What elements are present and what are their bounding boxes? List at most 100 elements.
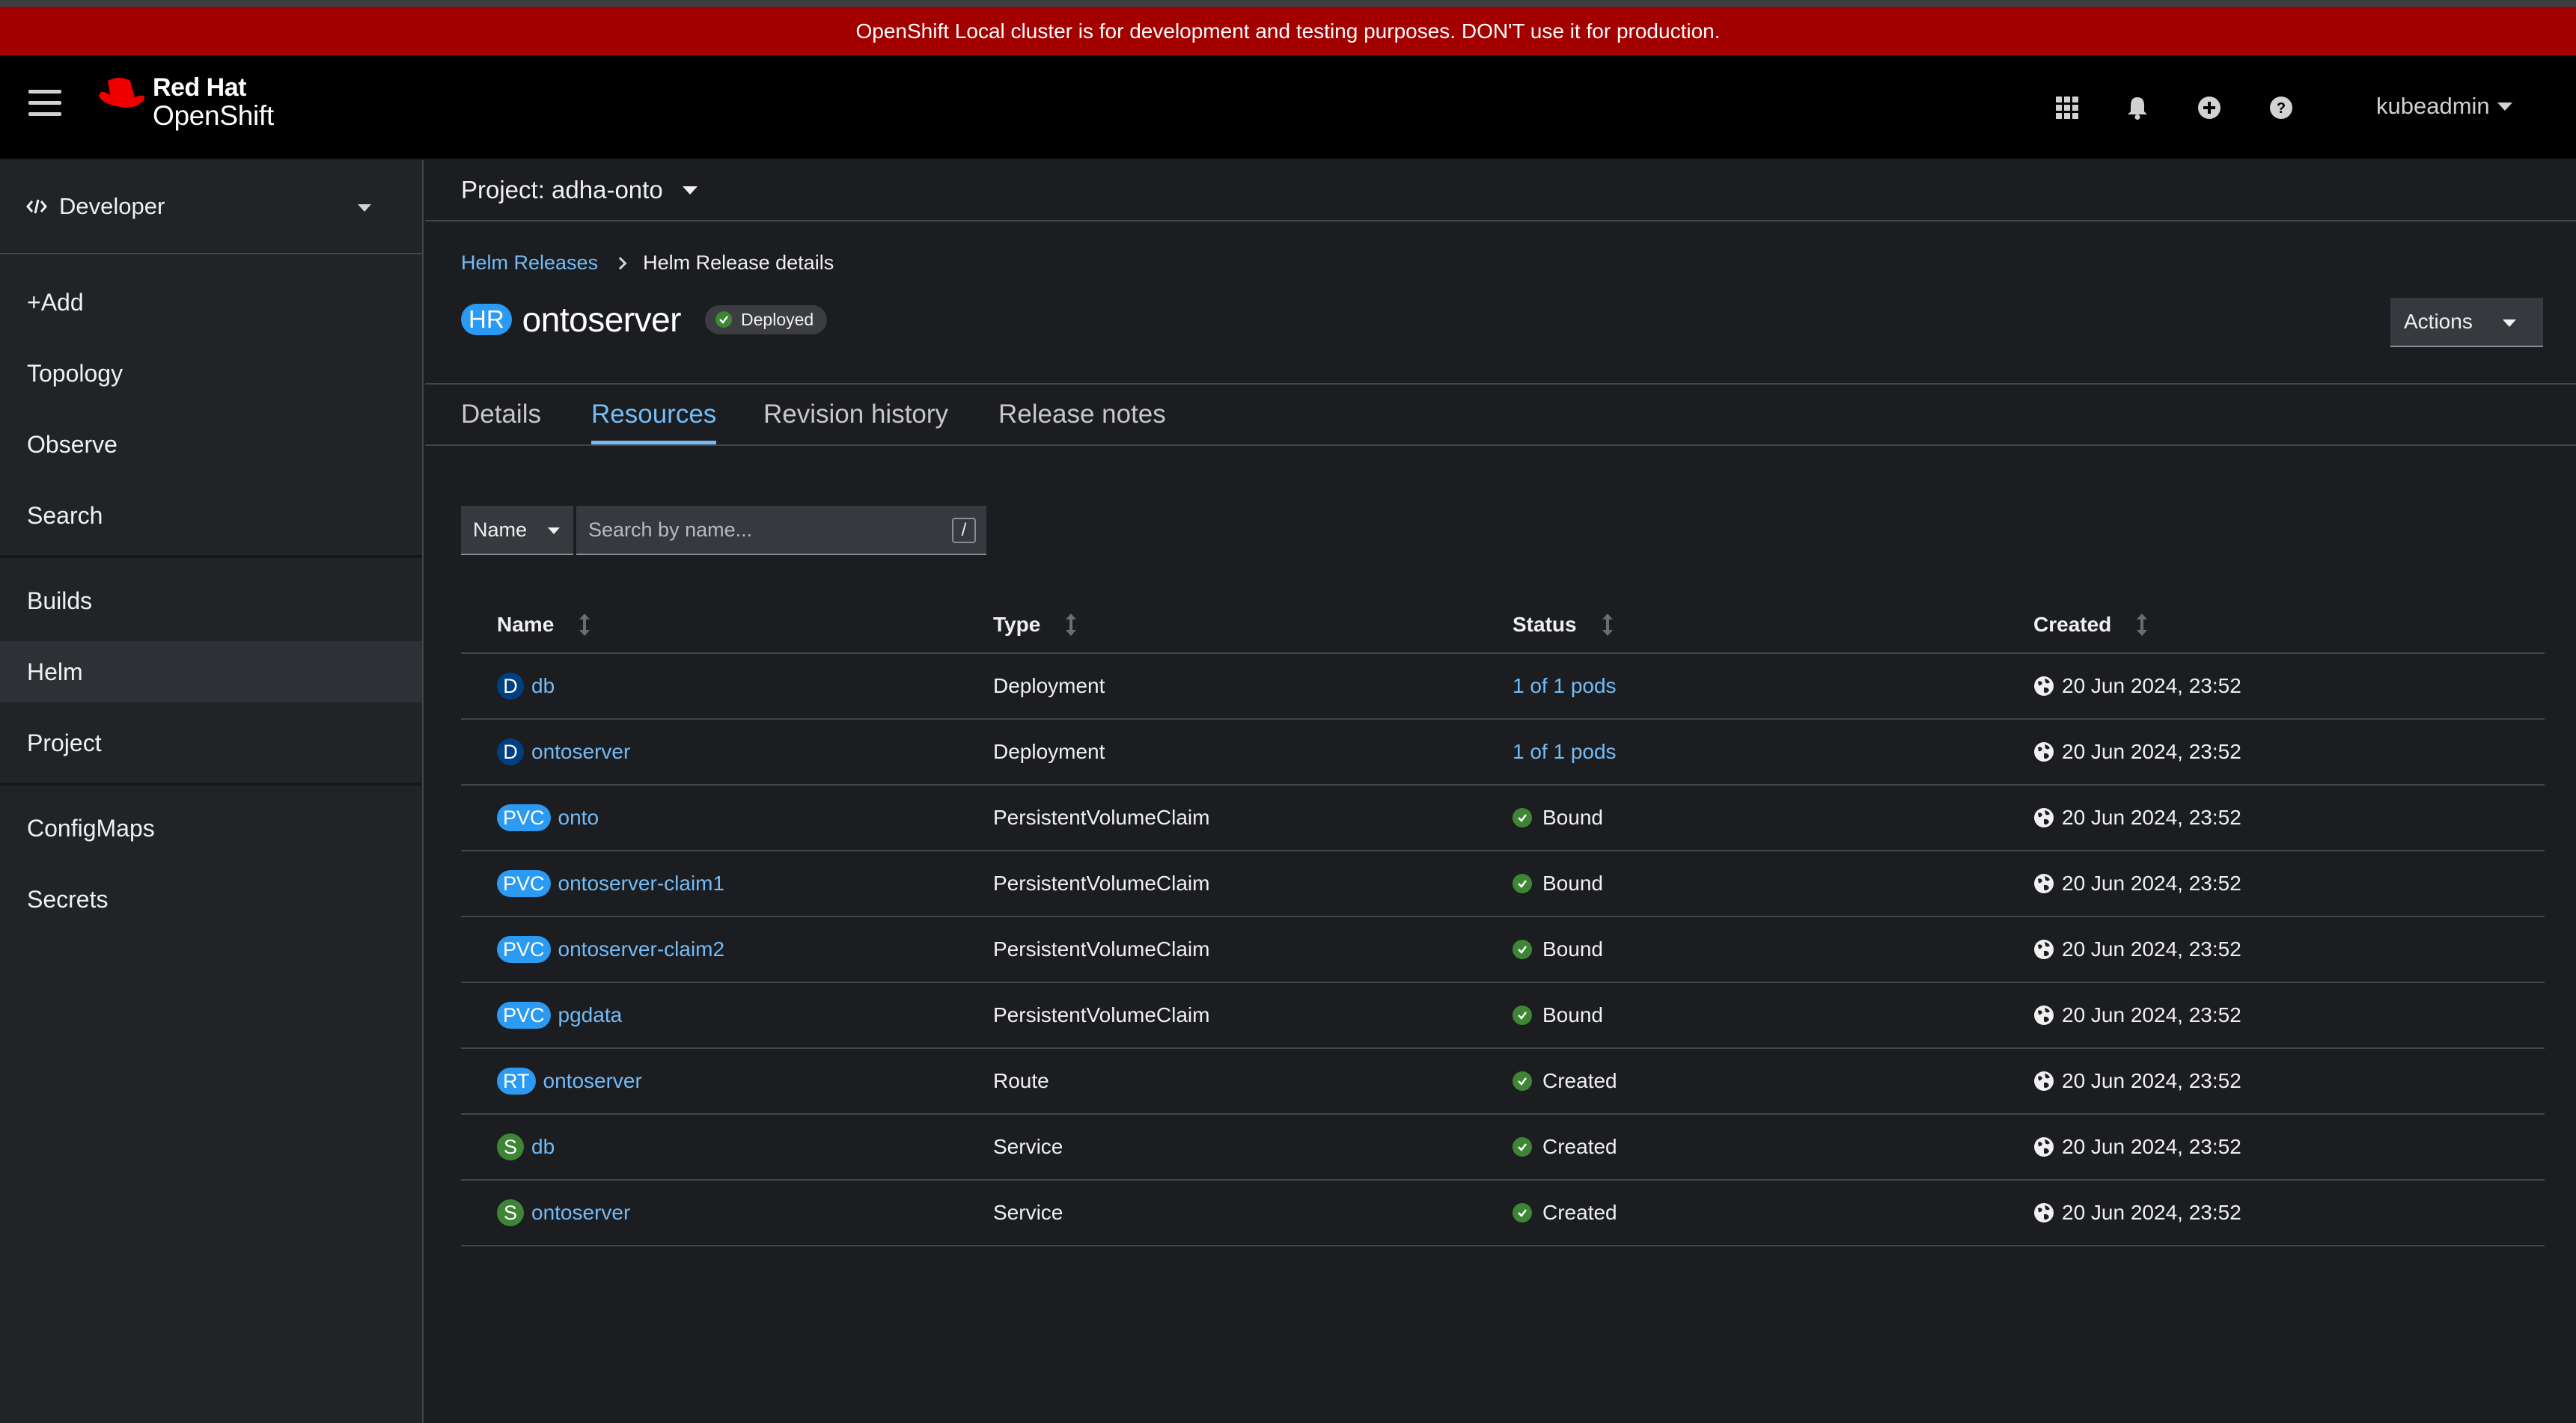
resource-name-link[interactable]: db [531, 674, 555, 698]
tab-revision-history[interactable]: Revision history [763, 385, 948, 444]
help-question-icon[interactable]: ? [2265, 91, 2298, 124]
search-input-wrapper: / [576, 506, 986, 555]
resource-name-link[interactable]: onto [558, 806, 599, 830]
resource-name-link[interactable]: db [531, 1135, 555, 1159]
table-body: Ddb Deployment 1 of 1 pods 20 Jun 2024, 23:… [461, 654, 2545, 1246]
cell-created: 20 Jun 2024, 23:52 [2033, 1115, 2241, 1179]
sort-icon [1602, 613, 1613, 636]
sidebar-item-observe[interactable]: Observe [0, 414, 422, 475]
resource-kind-badge: D [497, 673, 524, 700]
hamburger-menu-button[interactable] [28, 90, 61, 123]
resource-type-badge: HR [461, 304, 512, 335]
created-timestamp: 20 Jun 2024, 23:52 [2062, 872, 2241, 895]
tab-resources[interactable]: Resources [591, 385, 717, 444]
cell-status: Created [1513, 1181, 1617, 1245]
pods-status-link[interactable]: 1 of 1 pods [1513, 674, 1617, 698]
app-launcher-grid-icon[interactable] [2051, 91, 2084, 124]
search-input[interactable] [576, 506, 986, 555]
page-heading: HR ontoserver Deployed [461, 299, 828, 340]
pods-status-link[interactable]: 1 of 1 pods [1513, 740, 1617, 764]
resource-name-link[interactable]: pgdata [558, 1003, 623, 1027]
svg-text:?: ? [2277, 100, 2286, 117]
created-timestamp: 20 Jun 2024, 23:52 [2062, 806, 2241, 829]
project-selector[interactable]: Project: adha-onto [425, 160, 2576, 221]
cell-type: Deployment [993, 674, 1105, 697]
user-menu-toggle[interactable]: kubeadmin [2376, 93, 2512, 120]
created-timestamp: 20 Jun 2024, 23:52 [2062, 674, 2241, 697]
sidebar-item-project[interactable]: Project [0, 712, 422, 774]
status-text: Bound [1542, 1003, 1603, 1026]
cell-status: Created [1513, 1049, 1617, 1113]
column-header-status[interactable]: Status [1513, 596, 1613, 654]
cell-created: 20 Jun 2024, 23:52 [2033, 720, 2241, 784]
tab-release-notes[interactable]: Release notes [998, 385, 1166, 444]
table-header: Name Type Status Created [461, 596, 2545, 654]
cell-type: Route [993, 1069, 1049, 1092]
cluster-warning-banner: OpenShift Local cluster is for developme… [0, 7, 2576, 55]
chevron-down-icon [548, 527, 560, 534]
breadcrumb-helm-releases-link[interactable]: Helm Releases [461, 251, 598, 275]
resource-name-link[interactable]: ontoserver-claim1 [558, 872, 725, 896]
sidebar-item-helm[interactable]: Helm [0, 641, 422, 703]
cell-created: 20 Jun 2024, 23:52 [2033, 786, 2241, 850]
table-row: Dontoserver Deployment 1 of 1 pods 20 Jun 2… [461, 720, 2545, 786]
check-circle-icon [1513, 1203, 1532, 1222]
filter-type-select[interactable]: Name [461, 506, 573, 555]
sidebar-item-search[interactable]: Search [0, 485, 422, 546]
table-row: Ddb Deployment 1 of 1 pods 20 Jun 2024, 23:… [461, 654, 2545, 720]
column-header-label: Name [497, 613, 555, 636]
table-row: PVC onto PersistentVolumeClaim Bound 20 Jun … [461, 786, 2545, 851]
resource-name-link[interactable]: ontoserver [531, 1201, 630, 1225]
actions-dropdown[interactable]: Actions [2390, 298, 2543, 347]
cell-status: 1 of 1 pods [1513, 720, 1617, 784]
cell-name: PVC onto [497, 786, 599, 850]
column-header-created[interactable]: Created [2033, 596, 2148, 654]
chevron-down-icon [682, 186, 698, 195]
project-label: Project: adha-onto [461, 176, 663, 203]
brand-logo[interactable]: Red Hat OpenShift [97, 75, 274, 129]
quick-create-plus-icon[interactable] [2193, 91, 2226, 124]
cell-type: PersistentVolumeClaim [993, 1003, 1210, 1026]
globe-icon [2034, 1071, 2054, 1091]
column-header-label: Type [993, 613, 1041, 636]
sidebar-item-topology[interactable]: Topology [0, 343, 422, 404]
sidebar-item-builds[interactable]: Builds [0, 570, 422, 631]
resource-name-link[interactable]: ontoserver [543, 1069, 642, 1093]
column-header-name[interactable]: Name [497, 596, 590, 654]
table-row: Sontoserver Service Created 20 Jun 2024, 23… [461, 1181, 2545, 1246]
perspective-switcher[interactable]: Developer [0, 160, 422, 254]
main-content: Project: adha-onto Helm Releases Helm Re… [425, 160, 2576, 1423]
table-row: PVC ontoserver-claim2 PersistentVolumeClai… [461, 917, 2545, 983]
cell-status: Created [1513, 1115, 1617, 1179]
check-circle-icon [1513, 1071, 1532, 1091]
cell-name: Sontoserver [497, 1181, 630, 1245]
sidebar-item-secrets[interactable]: Secrets [0, 869, 422, 930]
status-text: Bound [1542, 872, 1603, 895]
notifications-bell-icon[interactable] [2121, 91, 2154, 124]
tab-details[interactable]: Details [461, 385, 541, 444]
cell-status: Bound [1513, 983, 1603, 1047]
column-header-label: Status [1513, 613, 1577, 636]
column-header-label: Created [2033, 613, 2112, 636]
keyboard-shortcut-hint: / [952, 518, 976, 543]
column-header-type[interactable]: Type [993, 596, 1077, 654]
code-icon [26, 199, 47, 214]
sidebar-item-configmaps[interactable]: ConfigMaps [0, 798, 422, 859]
resource-kind-badge: PVC [497, 1002, 551, 1029]
status-text: Created [1542, 1069, 1617, 1092]
cell-name: Dontoserver [497, 720, 630, 784]
sidebar-item-add[interactable]: +Add [0, 272, 422, 333]
resources-table: Name Type Status Created Ddb Deployment 1 … [461, 596, 2545, 1246]
globe-icon [2034, 1203, 2054, 1222]
cell-name: PVC pgdata [497, 983, 622, 1047]
breadcrumb: Helm Releases Helm Release details [461, 251, 834, 275]
globe-icon [2034, 676, 2054, 696]
cell-created: 20 Jun 2024, 23:52 [2033, 654, 2241, 718]
created-timestamp: 20 Jun 2024, 23:52 [2062, 1003, 2241, 1026]
resource-name-link[interactable]: ontoserver [531, 740, 630, 764]
resource-kind-badge: S [497, 1199, 524, 1226]
chevron-down-icon [2497, 102, 2512, 111]
created-timestamp: 20 Jun 2024, 23:52 [2062, 740, 2241, 763]
resource-name-link[interactable]: ontoserver-claim2 [558, 937, 725, 961]
status-text: Bound [1542, 937, 1603, 961]
